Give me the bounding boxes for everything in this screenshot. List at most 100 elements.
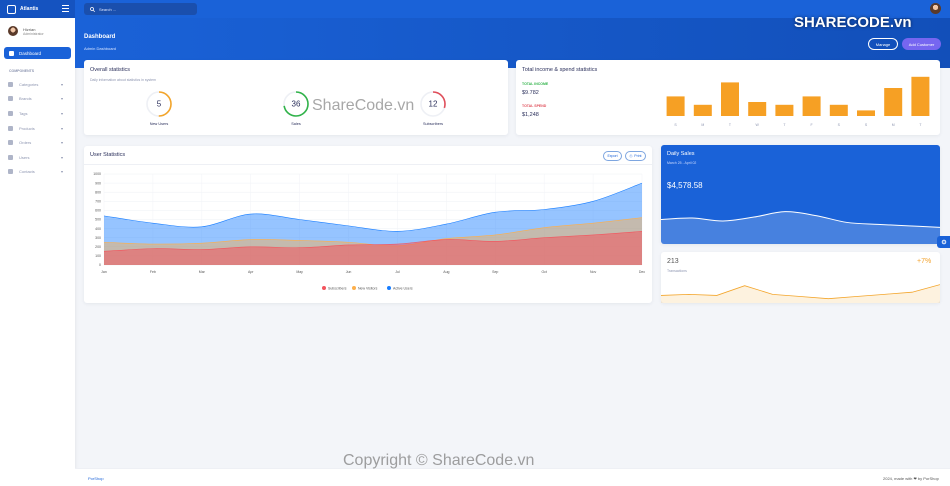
- profile-avatar[interactable]: [930, 3, 941, 14]
- manage-button[interactable]: Manage: [868, 38, 898, 50]
- chevron-down-icon: ▾: [61, 110, 64, 116]
- sidebar-section-title: COMPONENTS: [9, 69, 35, 73]
- page-subtitle: Admin Dashboard: [84, 46, 117, 51]
- income-bar: [857, 110, 875, 116]
- total-income-label: TOTAL INCOME: [522, 82, 549, 86]
- total-spend-label: TOTAL SPEND: [522, 104, 547, 108]
- copyright-watermark: Copyright © ShareCode.vn: [343, 452, 535, 469]
- bar-category-label: S: [838, 123, 841, 127]
- add-customer-button[interactable]: Add Customer: [902, 38, 941, 50]
- user-statistics-area-chart: 0 100 200 300 400 500 600 700 800 900 1000 Jan Feb Ma…: [93, 172, 645, 290]
- x-tick-label: Nov: [590, 270, 596, 274]
- y-tick-label: 600: [95, 209, 101, 213]
- stat-label: New Users: [149, 122, 169, 126]
- legend-marker: [322, 286, 326, 290]
- income-bar: [829, 104, 848, 116]
- total-income-value: $9.782: [522, 90, 539, 96]
- x-tick-label: Jan: [101, 270, 107, 274]
- sidebar-item-brands[interactable]: Brands ▾: [0, 92, 75, 107]
- avatar: [8, 26, 18, 36]
- sidebar-item-users[interactable]: Users ▾: [0, 150, 75, 165]
- sidebar-item-orders[interactable]: Orders ▾: [0, 135, 75, 150]
- user-profile[interactable]: Hizrian Administrator: [0, 18, 75, 44]
- print-button[interactable]: ⎙ Print: [625, 151, 646, 161]
- daily-sales-value: $4,578.58: [667, 181, 703, 190]
- card-title: Overall statistics: [90, 67, 131, 73]
- bar-category-label: T: [919, 123, 922, 127]
- income-spend-card: Total income & spend statistics TOTAL IN…: [516, 60, 940, 135]
- sidebar-item-dashboard[interactable]: Dashboard: [4, 47, 71, 59]
- x-tick-label: May: [296, 270, 303, 274]
- sidebar-item-products[interactable]: Products ▾: [0, 121, 75, 136]
- income-bar: [721, 82, 739, 116]
- export-button[interactable]: Export: [603, 151, 622, 161]
- users-icon: [8, 154, 13, 160]
- y-tick-label: 200: [95, 245, 101, 249]
- sidebar-item-tags[interactable]: Tags ▾: [0, 106, 75, 121]
- page-title: Dashboard: [84, 34, 116, 40]
- sidebar-item-label: Contacts: [19, 169, 35, 175]
- bar-category-label: S: [674, 123, 677, 127]
- card-title: Total income & spend statistics: [522, 67, 598, 73]
- brand-name: Atlantis: [20, 6, 39, 12]
- sharecode-watermark: ShareCode.vn: [312, 97, 415, 114]
- new-users-progress-circle: 5: [146, 91, 172, 117]
- footer-credits: 2024, made with ❤ by PorShop: [883, 476, 939, 481]
- x-tick-label: Mar: [199, 270, 206, 274]
- card-divider: [84, 164, 652, 165]
- footer-link[interactable]: PorShop: [88, 476, 104, 481]
- y-tick-label: 800: [95, 190, 101, 194]
- income-bar: [802, 96, 821, 116]
- bar-category-label: T: [783, 123, 786, 127]
- card-title: Daily Sales: [667, 151, 695, 157]
- print-icon: ⎙: [629, 154, 633, 158]
- sidebar-item-label: Dashboard: [19, 50, 42, 56]
- sidebar-item-label: Tags: [19, 110, 28, 116]
- transactions-sparkline: [661, 284, 940, 303]
- user-statistics-card: User Statistics Export ⎙ Print 0 100 200 300…: [84, 146, 652, 303]
- transactions-count: 213: [667, 258, 679, 265]
- chevron-down-icon: ▾: [61, 169, 64, 175]
- x-tick-label: Jul: [395, 270, 400, 274]
- box-icon: [8, 125, 13, 131]
- x-tick-label: Dec: [639, 270, 645, 274]
- search-input[interactable]: Search ...: [84, 3, 197, 15]
- bar-category-label: F: [811, 123, 813, 127]
- y-tick-label: 700: [95, 200, 101, 204]
- date-range: March 25 - April 02: [667, 161, 697, 165]
- chevron-down-icon: ▾: [61, 81, 64, 87]
- footer: PorShop 2024, made with ❤ by PorShop: [75, 468, 950, 486]
- cart-icon: [8, 140, 13, 146]
- sidebar-item-categories[interactable]: Categories ▾: [0, 77, 75, 92]
- sidebar-item-label: Orders: [19, 140, 32, 146]
- user-role: Administrator: [23, 31, 44, 36]
- sales-progress-circle: 36: [283, 91, 309, 117]
- x-tick-label: Jun: [346, 270, 352, 274]
- total-spend-value: $1,248: [522, 112, 539, 118]
- chevron-down-icon: ▾: [61, 125, 64, 131]
- stat-value: 36: [292, 100, 301, 109]
- print-label: Print: [634, 154, 642, 158]
- envelope-icon: [8, 169, 13, 175]
- sidebar-item-contacts[interactable]: Contacts ▾: [0, 165, 75, 180]
- sidebar: Hizrian Administrator Dashboard COMPONEN…: [0, 18, 75, 486]
- income-bar: [748, 102, 767, 116]
- menu-toggle-icon[interactable]: [62, 5, 69, 12]
- sidebar-item-label: Products: [19, 125, 35, 131]
- legend-marker: [387, 286, 391, 290]
- legend-marker: [352, 286, 356, 290]
- chevron-down-icon: ▾: [61, 96, 64, 102]
- chevron-down-icon: ▾: [61, 154, 64, 160]
- transactions-card: 213 +7% Transactions: [661, 252, 940, 303]
- income-bar: [775, 104, 794, 116]
- legend-label: Subscribers: [328, 286, 347, 290]
- x-tick-label: Oct: [541, 270, 546, 274]
- daily-sales-card: Daily Sales March 25 - April 02 $4,578.5…: [661, 145, 940, 244]
- card-title: User Statistics: [90, 152, 126, 158]
- y-tick-label: 300: [95, 236, 101, 240]
- settings-toggle[interactable]: [937, 236, 950, 248]
- sharecode-watermark-logo: SHARECODE.vn: [794, 14, 912, 31]
- transactions-change: +7%: [917, 258, 932, 265]
- bar-category-label: W: [756, 123, 760, 127]
- sidebar-item-label: Users: [19, 154, 30, 160]
